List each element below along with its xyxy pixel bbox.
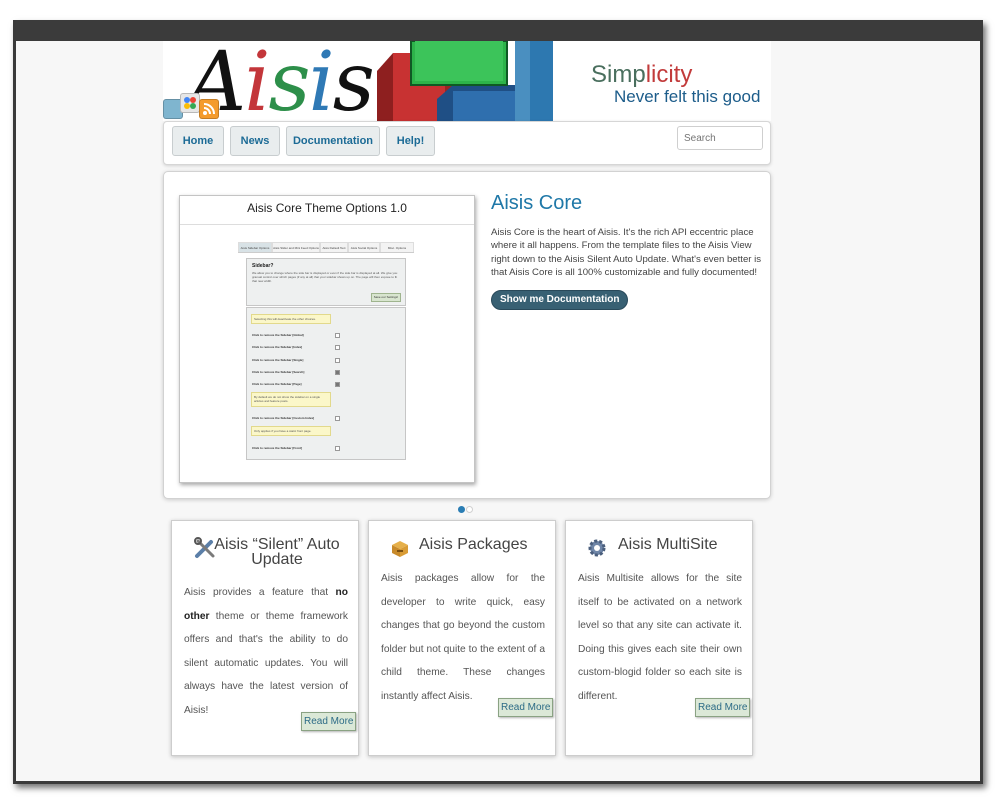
screenshot-checkbox [335,333,340,338]
slider-pager [458,506,478,516]
browser-frame: Aisis Simplicity Never felt this good Ho… [13,20,983,784]
read-more-button[interactable]: Read More [301,712,357,731]
card-title-line: Aisis “Silent” Auto [214,536,340,553]
slide-description: Aisis Core is the heart of Aisis. It's t… [491,227,762,279]
slogan-prefix: Simp [591,61,646,88]
screenshot-note: Only applies if you have a static front … [251,426,331,436]
nav-home-button[interactable]: Home [172,126,224,156]
feature-card-packages: Aisis Packages Aisis packages allow for … [368,520,556,756]
card-text: Aisis packages allow for the developer t… [381,573,545,702]
featured-slider: Aisis Core Theme Options 1.0 Aisis Sideb… [163,171,771,499]
card-text-part: theme or theme framework offers and that… [184,610,348,716]
read-more-button[interactable]: Read More [498,698,554,717]
screenshot-tab: Aisis Default Text [320,242,348,252]
slider-dot[interactable] [466,506,473,513]
card-title: Aisis Packages [419,536,528,553]
logo-letter: i [244,41,270,121]
screenshot-sidebar-panel: Sidebar? We allow you to change where th… [246,258,406,306]
rss-icon [203,103,215,115]
logo-letter: s [268,41,310,121]
screenshot-row: Click to remove the Sidebar [Global] [252,333,304,337]
google-icon [184,97,196,109]
card-title: Aisis MultiSite [618,536,718,553]
social-icons [163,93,223,121]
slide-screenshot[interactable]: Aisis Core Theme Options 1.0 Aisis Sideb… [179,195,475,483]
card-title-line: Update [251,551,303,568]
slider-dot-active[interactable] [458,506,465,513]
screenshot-checkbox [335,345,340,350]
screenshot-row: Click to remove the Sidebar [Search] [252,370,305,374]
rss-icon[interactable] [199,99,219,119]
nav-help-button[interactable]: Help! [386,126,435,156]
main-nav: Home News Documentation Help! [163,121,771,165]
screenshot-tab: Aisis Sidebar Options [238,242,272,252]
read-more-button[interactable]: Read More [695,698,751,717]
slide-title: Aisis Core [491,192,583,214]
screenshot-row: Click to remove the Sidebar [Page] [252,382,302,386]
card-text: Aisis provides a feature that no other t… [184,581,348,722]
screenshot-row: Click to remove the Sidebar [Index] [252,345,303,349]
screenshot-note: By default we do not show the sidebar on… [251,392,331,407]
screenshot-row: Click to remove the Sidebar [Single] [252,358,304,362]
logo-letter: i [308,41,335,121]
screenshot-checkbox [335,358,340,363]
header-blocks-graphic [377,41,553,121]
logo-letter: s [332,41,375,121]
screenshot-checkbox [335,382,340,387]
screenshot-row: Click to remove the Sidebar [Custom Inde… [252,416,315,420]
google-icon[interactable] [180,93,200,113]
slogan-sub: Never felt this good [614,87,761,106]
package-icon [392,541,408,557]
card-title: Aisis “Silent” Auto Update [202,536,352,568]
screenshot-panel-heading: Sidebar? [252,263,274,269]
feature-card-silent-update: Aisis “Silent” Auto Update Aisis provide… [171,520,359,756]
screenshot-tabs: Aisis Sidebar Options Aisis Slider and M… [238,242,414,253]
card-text-part: Aisis provides a feature that [184,587,336,598]
screenshot-divider [180,224,474,225]
screenshot-checkbox [335,370,340,375]
card-text: Aisis Multisite allows for the site itse… [578,573,742,702]
site-header: Aisis Simplicity Never felt this good [163,41,771,121]
screenshot-tab: Aisis Slider and Mini Feed Options [272,242,320,252]
nav-news-button[interactable]: News [230,126,280,156]
screenshot-tab: Aisis Social Options [348,242,380,252]
screenshot-options-list: Selecting this will deactivate the other… [246,307,406,460]
nav-documentation-button[interactable]: Documentation [286,126,380,156]
gear-icon [588,539,606,557]
search-input[interactable] [677,126,763,150]
screenshot-panel-text: We allow you to change where the side ba… [252,271,398,283]
screenshot-checkbox [335,446,340,451]
screenshot-panel-button: Save our Settings! [371,293,401,302]
screenshot-checkbox [335,416,340,421]
top-bar [16,20,980,41]
feature-card-multisite: Aisis MultiSite Aisis Multisite allows f… [565,520,753,756]
slogan-main: Simplicity [591,61,692,89]
screenshot-tab: Misc. Options [380,242,414,252]
slogan-highlight: licity [645,61,693,88]
screenshot-title: Aisis Core Theme Options 1.0 [247,201,407,215]
screenshot-note: Selecting this will deactivate the other… [251,314,331,324]
screenshot-row: Click to remove the Sidebar [Front] [252,446,303,450]
show-documentation-button[interactable]: Show me Documentation [491,290,629,310]
